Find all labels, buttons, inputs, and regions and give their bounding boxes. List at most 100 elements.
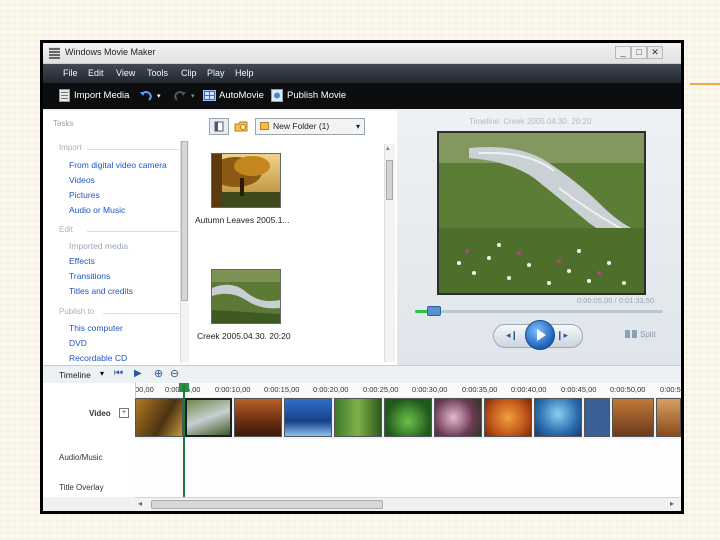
close-button[interactable]: ✕ (647, 46, 663, 59)
undo-dropdown-icon[interactable]: ▾ (157, 92, 161, 100)
expand-track-icon[interactable]: + (119, 408, 129, 418)
edit-section-heading: Edit (59, 225, 73, 234)
task-from-digital-video-camera[interactable]: From digital video camera (69, 160, 167, 170)
play-icon (537, 329, 546, 341)
task-effects[interactable]: Effects (69, 256, 95, 266)
collection-scrollbar[interactable]: ▴ (384, 144, 395, 362)
timeline-scrollbar-thumb[interactable] (151, 500, 383, 509)
video-track[interactable] (135, 397, 681, 439)
timeline-clip[interactable] (612, 398, 654, 437)
ruler-tick-label: 0:00:35,00 (462, 385, 498, 394)
task-publish-recordable-cd[interactable]: Recordable CD (69, 353, 127, 363)
ruler-tick-label: 0:00:10,00 (215, 385, 251, 394)
toolbar: Import Media ▾ ▾ AutoMovie Publish Movie (43, 83, 681, 109)
play-timeline-icon[interactable]: ▶ (134, 368, 142, 379)
task-titles-and-credits[interactable]: Titles and credits (69, 286, 133, 296)
timeline-ruler[interactable]: 00,00 0:00:05,00 0:00:10,00 0:00:15,00 0… (135, 383, 681, 398)
chevron-down-icon[interactable]: ▾ (100, 369, 104, 378)
title-overlay-track[interactable] (135, 479, 681, 497)
scroll-up-icon[interactable]: ▴ (386, 144, 390, 152)
ruler-tick-label: 0:00:45,00 (561, 385, 597, 394)
tasks-scrollbar[interactable] (180, 141, 189, 363)
undo-icon[interactable] (139, 89, 153, 102)
timeline-clip[interactable] (234, 398, 282, 437)
automovie-button[interactable]: AutoMovie (219, 90, 264, 101)
timeline-clip[interactable] (135, 398, 183, 437)
preview-pane: Timeline: Creek 2005.04.30. 20:20 0:00:0… (397, 111, 681, 365)
menu-play[interactable]: Play (207, 68, 225, 78)
task-publish-dvd[interactable]: DVD (69, 338, 87, 348)
publish-movie-button[interactable]: Publish Movie (287, 90, 346, 101)
preview-frame-image (439, 133, 644, 293)
tasks-scrollbar-thumb[interactable] (181, 141, 188, 301)
preview-title: Timeline: Creek 2005.04.30. 20:20 (469, 117, 592, 126)
menu-clip[interactable]: Clip (181, 68, 197, 78)
view-toggle-button[interactable] (209, 118, 229, 135)
folder-dropdown-value: New Folder (1) (273, 121, 330, 131)
timeline-clip[interactable] (484, 398, 532, 437)
task-import-videos[interactable]: Videos (69, 175, 95, 185)
previous-frame-icon[interactable]: ◂❙ (506, 330, 518, 341)
task-transitions[interactable]: Transitions (69, 271, 110, 281)
redo-icon[interactable] (173, 89, 187, 102)
ruler-tick-label: 0:00:5 (660, 385, 681, 394)
menu-edit[interactable]: Edit (88, 68, 104, 78)
section-divider (87, 149, 179, 150)
folder-dropdown[interactable]: New Folder (1) ▾ (255, 118, 365, 135)
audio-music-track[interactable] (135, 439, 681, 480)
task-import-audio-or-music[interactable]: Audio or Music (69, 205, 125, 215)
next-frame-icon[interactable]: ❙▸ (556, 330, 568, 341)
media-thumbnail[interactable] (211, 269, 281, 324)
menu-bar: File Edit View Tools Clip Play Help (43, 64, 681, 83)
tasks-pane: Tasks Import From digital video camera V… (43, 111, 190, 365)
menu-help[interactable]: Help (235, 68, 254, 78)
preview-monitor (437, 131, 646, 295)
timeline-clip[interactable] (284, 398, 332, 437)
collection-scrollbar-thumb[interactable] (386, 160, 393, 200)
folder-icon (260, 122, 269, 130)
timeline-clip[interactable] (185, 398, 232, 437)
scroll-left-icon[interactable]: ◂ (138, 499, 142, 508)
play-button[interactable] (525, 320, 555, 350)
timeline-horizontal-scrollbar[interactable]: ◂ ▸ (135, 497, 681, 511)
scroll-right-icon[interactable]: ▸ (670, 499, 674, 508)
menu-file[interactable]: File (63, 68, 78, 78)
seek-bar[interactable] (415, 310, 663, 313)
ruler-tick-label: 0:00:50,00 (610, 385, 646, 394)
timeline-clip[interactable] (434, 398, 482, 437)
timeline-clip[interactable] (384, 398, 432, 437)
split-button[interactable]: Split (640, 330, 656, 339)
video-track-label: Video (89, 409, 111, 418)
track-labels: Video + Audio/Music Title Overlay (43, 383, 136, 497)
window-title: Windows Movie Maker (65, 47, 156, 57)
folder-up-icon[interactable] (234, 120, 248, 133)
film-icon (49, 47, 60, 59)
playhead[interactable] (183, 385, 185, 497)
split-icon[interactable] (625, 329, 637, 339)
timeline-clip[interactable] (334, 398, 382, 437)
task-import-pictures[interactable]: Pictures (69, 190, 100, 200)
import-media-button[interactable]: Import Media (74, 90, 129, 101)
task-imported-media[interactable]: Imported media (69, 241, 128, 251)
publish-section-heading: Publish to (59, 307, 95, 316)
zoom-out-icon[interactable]: ⊖ (170, 367, 179, 380)
zoom-in-icon[interactable]: ⊕ (154, 367, 163, 380)
ruler-tick-label: 0:00:15,00 (264, 385, 300, 394)
ruler-tick-label: 0:00:30,00 (412, 385, 448, 394)
redo-dropdown-icon[interactable]: ▾ (191, 92, 195, 100)
seek-handle[interactable] (427, 306, 441, 316)
timeline-view-dropdown[interactable]: Timeline (59, 370, 91, 380)
menu-tools[interactable]: Tools (147, 68, 168, 78)
ruler-tick-label: 0:00:25,00 (363, 385, 399, 394)
timeline-clip[interactable] (656, 398, 681, 437)
ruler-tick-label: 0:00:20,00 (313, 385, 349, 394)
timeline-clip[interactable] (534, 398, 582, 437)
maximize-button[interactable]: □ (631, 46, 647, 59)
media-thumbnail[interactable] (210, 153, 281, 208)
task-publish-this-computer[interactable]: This computer (69, 323, 123, 333)
rewind-timeline-icon[interactable]: ⏮ (114, 368, 123, 379)
menu-view[interactable]: View (116, 68, 135, 78)
minimize-button[interactable]: _ (615, 46, 631, 59)
publish-movie-icon (271, 89, 283, 102)
timeline-clip[interactable] (584, 398, 610, 437)
